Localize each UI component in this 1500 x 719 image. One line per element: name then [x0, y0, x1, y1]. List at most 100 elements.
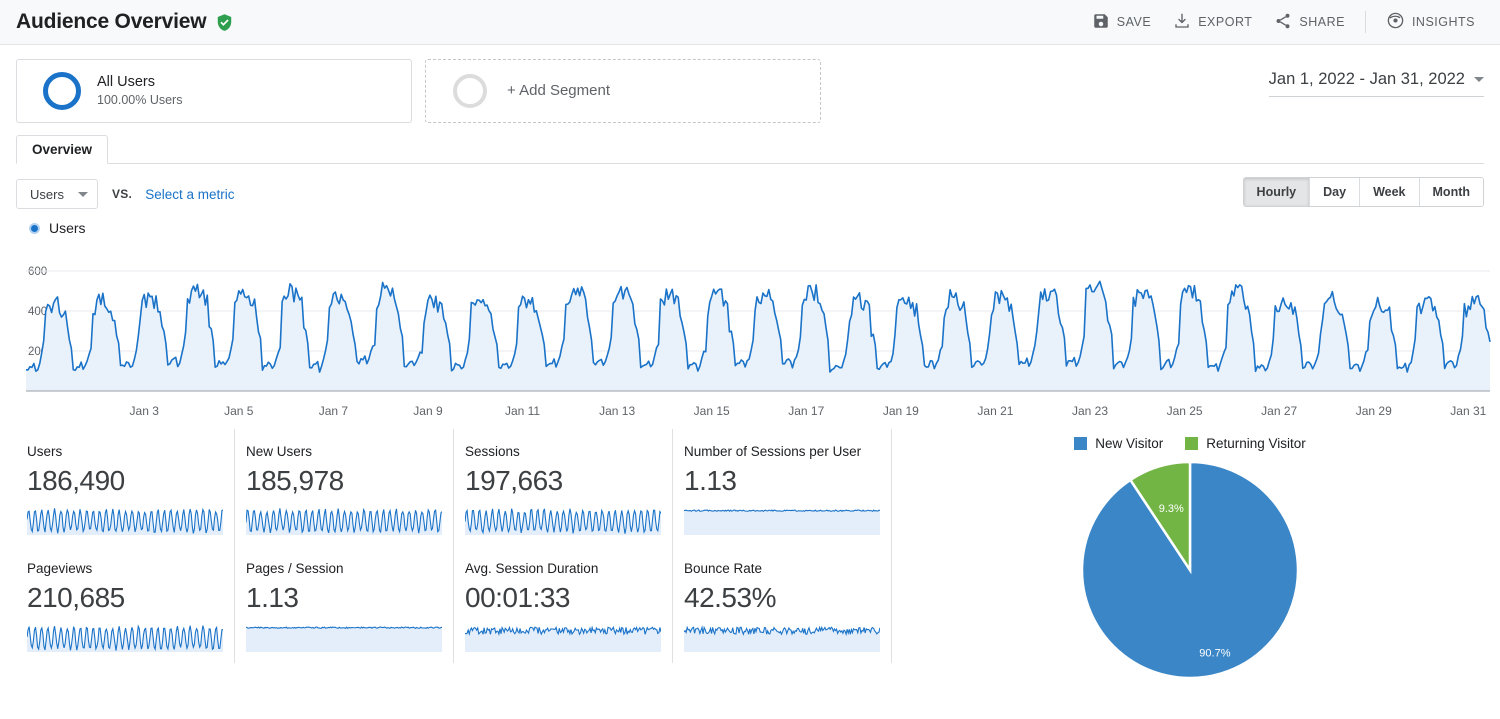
pie-slice-label: 9.3% [1159, 503, 1184, 515]
metric-card[interactable]: Bounce Rate 42.53% [673, 546, 892, 663]
new-visitor-label: New Visitor [1095, 436, 1164, 451]
segment-subtext: 100.00% Users [97, 92, 183, 107]
primary-metric-select[interactable]: Users [16, 179, 98, 209]
svg-text:Jan 11: Jan 11 [505, 404, 540, 418]
metric-value: 197,663 [465, 465, 563, 496]
primary-metric-value: Users [30, 186, 64, 202]
metric-value: 185,978 [246, 465, 344, 496]
download-icon [1173, 12, 1191, 33]
metric-title: Users [27, 444, 63, 459]
chevron-down-icon [77, 191, 88, 197]
metric-value: 42.53% [684, 582, 776, 613]
svg-text:Jan 3: Jan 3 [130, 404, 160, 418]
svg-text:600: 600 [28, 266, 47, 278]
pie-legend-item-new-visitor[interactable]: New Visitor [1074, 436, 1163, 451]
svg-text:Jan 25: Jan 25 [1167, 404, 1203, 418]
metric-title: Pageviews [27, 561, 93, 576]
metric-title: New Users [246, 444, 313, 459]
date-range-picker[interactable]: Jan 1, 2022 - Jan 31, 2022 [1268, 70, 1484, 97]
metric-card[interactable]: Users 186,490 [16, 429, 235, 546]
body-split: Users 186,490 New Users 185,978 Sessions 197,… [0, 429, 1500, 685]
insights-atom-icon [1386, 11, 1405, 33]
metric-card[interactable]: Avg. Session Duration 00:01:33 [454, 546, 673, 663]
pie-holder: 90.7% 9.3% [896, 455, 1484, 685]
svg-text:Jan 13: Jan 13 [599, 404, 635, 418]
users-chart-svg: 200400600Jan 3 Jan 5 Jan 7 Jan 9 Jan 11 Jan 1… [25, 266, 1491, 418]
metric-title: Bounce Rate [684, 561, 763, 576]
chevron-down-icon [1474, 77, 1484, 82]
segment-name: All Users [97, 73, 156, 90]
svg-text:Jan 23: Jan 23 [1072, 404, 1108, 418]
svg-text:Jan 7: Jan 7 [319, 404, 349, 418]
returning-visitor-swatch-icon [1185, 437, 1199, 450]
share-button[interactable]: SHARE [1263, 6, 1356, 39]
save-floppy-icon [1092, 12, 1110, 33]
page-title: Audience Overview [16, 10, 207, 33]
metric-sparkline [465, 625, 661, 652]
granularity-hourly[interactable]: Hourly [1243, 178, 1311, 206]
new-visitor-swatch-icon [1074, 437, 1088, 450]
add-segment-button[interactable]: + Add Segment [425, 58, 821, 123]
series-dot-icon [29, 222, 40, 234]
add-segment-label: + Add Segment [507, 82, 610, 99]
tab-bar: Overview [16, 134, 1484, 164]
metric-value: 186,490 [27, 465, 125, 496]
metric-card[interactable]: Sessions 197,663 [454, 429, 673, 546]
blue-ring-icon [43, 71, 81, 110]
insights-label: INSIGHTS [1411, 15, 1475, 29]
tab-overview[interactable]: Overview [16, 135, 109, 164]
returning-visitor-label: Returning Visitor [1206, 436, 1306, 451]
metric-card[interactable]: Pageviews 210,685 [16, 546, 235, 663]
metric-title: Pages / Session [246, 561, 344, 576]
metric-card[interactable]: Pages / Session 1.13 [235, 546, 454, 663]
segment-text: All Users 100.00% Users [97, 73, 182, 109]
date-range-value: Jan 1, 2022 - Jan 31, 2022 [1268, 70, 1465, 88]
save-button[interactable]: SAVE [1081, 6, 1162, 39]
pie-slice-label: 90.7% [1199, 648, 1230, 660]
metric-sparkline [684, 625, 880, 652]
chart-controls: Users VS. Select a metric Hourly Day Wee… [0, 164, 1500, 211]
granularity-week[interactable]: Week [1360, 178, 1420, 206]
metric-card-grid: Users 186,490 New Users 185,978 Sessions 197,… [16, 429, 896, 663]
segment-row: All Users 100.00% Users + Add Segment Ja… [0, 45, 1500, 123]
metric-sparkline [246, 507, 442, 535]
save-label: SAVE [1116, 15, 1152, 29]
granularity-month[interactable]: Month [1419, 178, 1483, 206]
insights-button[interactable]: INSIGHTS [1375, 5, 1486, 39]
svg-text:Jan 29: Jan 29 [1356, 404, 1392, 418]
metric-title: Avg. Session Duration [465, 561, 599, 576]
series-legend: Users [0, 211, 1500, 237]
metric-value: 00:01:33 [465, 582, 571, 613]
export-label: EXPORT [1198, 15, 1253, 29]
segment-card-all-users[interactable]: All Users 100.00% Users [16, 58, 412, 123]
svg-text:Jan 27: Jan 27 [1261, 404, 1297, 418]
metric-value: 1.13 [246, 582, 299, 613]
verified-shield-icon [215, 13, 234, 32]
metric-sparkline [684, 509, 880, 535]
svg-text:400: 400 [28, 306, 47, 318]
export-button[interactable]: EXPORT [1162, 6, 1263, 39]
metric-value: 1.13 [684, 465, 737, 496]
metric-value: 210,685 [27, 582, 125, 613]
granularity-toggle-group: Hourly Day Week Month [1242, 177, 1484, 207]
visitor-type-pie-chart[interactable]: 90.7% 9.3% [1075, 455, 1305, 685]
select-a-metric-link[interactable]: Select a metric [145, 187, 234, 202]
app-header: Audience Overview SAVE EXPORT SHARE INSI… [0, 0, 1500, 45]
header-toolbar: SAVE EXPORT SHARE INSIGHTS [1081, 0, 1486, 44]
metric-card[interactable]: New Users 185,978 [235, 429, 454, 546]
pie-legend-item-returning-visitor[interactable]: Returning Visitor [1185, 436, 1306, 451]
svg-text:Jan 17: Jan 17 [788, 404, 824, 418]
metrics-column: Users 186,490 New Users 185,978 Sessions 197,… [16, 429, 896, 685]
granularity-day[interactable]: Day [1310, 178, 1361, 206]
metric-card[interactable]: Number of Sessions per User 1.13 [673, 429, 892, 546]
svg-text:Jan 15: Jan 15 [694, 404, 730, 418]
svg-text:Jan 19: Jan 19 [883, 404, 919, 418]
metric-sparkline [27, 624, 223, 652]
share-label: SHARE [1299, 15, 1345, 29]
users-timeseries-chart[interactable]: 200 400 600 Jan 3 Jan 5 Jan 7 Jan 9 Jan 11 Jan 1… [0, 239, 1500, 429]
metric-title: Number of Sessions per User [684, 444, 862, 459]
metric-sparkline [27, 507, 223, 535]
svg-text:Jan 31: Jan 31 [1450, 404, 1486, 418]
vs-label: VS. [111, 187, 133, 201]
pie-column: New Visitor Returning Visitor 90.7% 9.3% [896, 429, 1484, 685]
